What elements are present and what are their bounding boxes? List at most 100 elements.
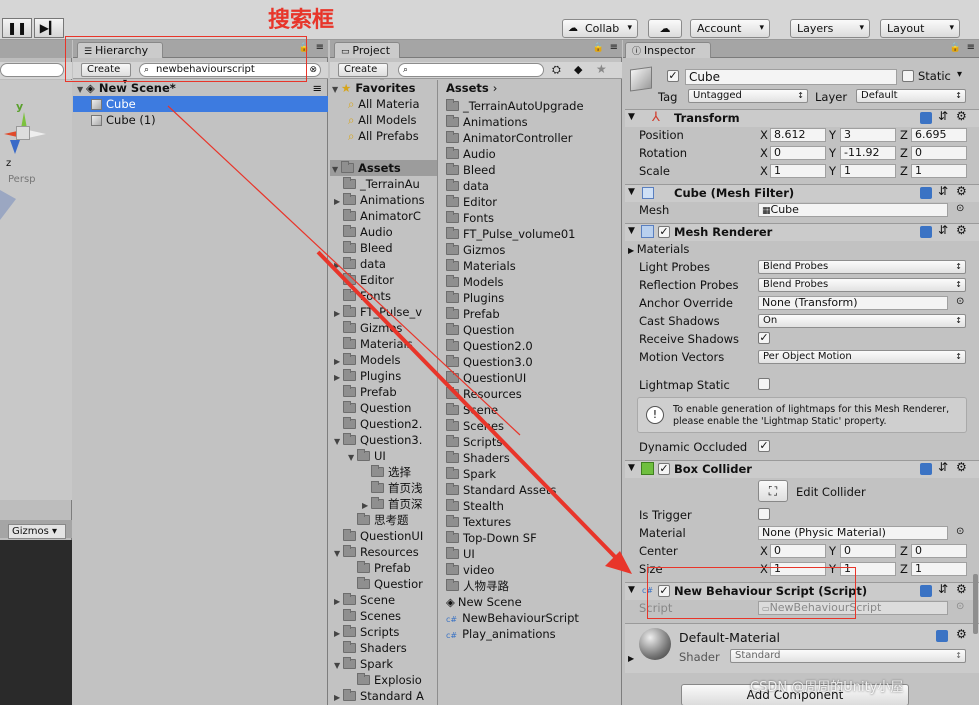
project-list-item[interactable]: Question2.0 bbox=[446, 338, 533, 354]
receive-shadows-checkbox[interactable]: ✓ bbox=[758, 332, 770, 344]
project-list-item[interactable]: Textures bbox=[446, 514, 511, 530]
project-list-item[interactable]: Plugins bbox=[446, 290, 504, 306]
lock-icon[interactable]: 🔒 bbox=[593, 43, 604, 53]
renderer-enabled-checkbox[interactable]: ✓ bbox=[658, 226, 670, 238]
project-list-item[interactable]: AnimatorController bbox=[446, 130, 572, 146]
project-tree-item[interactable]: ▼ UI bbox=[348, 448, 386, 464]
cloud-button[interactable]: ☁ bbox=[648, 19, 682, 38]
project-list-item[interactable]: Editor bbox=[446, 194, 497, 210]
tag-select[interactable]: Untagged bbox=[688, 89, 808, 103]
project-list-item[interactable]: Resources bbox=[446, 386, 522, 402]
project-list-item[interactable]: Fonts bbox=[446, 210, 494, 226]
materials-foldout[interactable]: ▶ Materials bbox=[628, 242, 689, 256]
project-tree-item[interactable]: Questior bbox=[348, 576, 423, 592]
position-z-field[interactable]: 6.695 bbox=[911, 128, 967, 142]
project-tree-item[interactable]: ▶ Models bbox=[334, 352, 401, 368]
rotation-x-field[interactable]: 0 bbox=[770, 146, 826, 160]
pause-button[interactable]: ❚❚ bbox=[2, 18, 32, 38]
gizmos-button[interactable]: Gizmos ▾ bbox=[8, 524, 66, 539]
favorite-item[interactable]: ⌕ All Materia bbox=[348, 96, 420, 112]
step-button[interactable]: ▶▎ bbox=[34, 18, 64, 38]
project-tree-item[interactable]: ▶ Plugins bbox=[334, 368, 401, 384]
project-list-item[interactable]: UI bbox=[446, 546, 475, 562]
foldout-arrow-icon[interactable]: ▼ bbox=[628, 463, 635, 473]
help-icon[interactable] bbox=[920, 463, 932, 475]
favorites-header[interactable]: ▼ ★ Favorites bbox=[332, 80, 415, 96]
project-list-item[interactable]: Shaders bbox=[446, 450, 510, 466]
center-z-field[interactable]: 0 bbox=[911, 544, 967, 558]
assets-breadcrumb[interactable]: Assets › bbox=[446, 80, 497, 96]
project-tree-item[interactable]: ▼ Spark bbox=[334, 656, 393, 672]
is-trigger-checkbox[interactable] bbox=[758, 508, 770, 520]
project-tree-item[interactable]: ▼ Resources bbox=[334, 544, 419, 560]
position-x-field[interactable]: 8.612 bbox=[770, 128, 826, 142]
layer-select[interactable]: Default bbox=[856, 89, 966, 103]
panel-menu-icon[interactable]: ≡ bbox=[967, 42, 975, 53]
project-list-item[interactable]: Animations bbox=[446, 114, 528, 130]
project-list-item[interactable]: c# Play_animations bbox=[446, 626, 556, 642]
hierarchy-item-cube-1[interactable]: Cube (1) bbox=[73, 112, 328, 128]
project-list-item[interactable]: Prefab bbox=[446, 306, 500, 322]
project-list-item[interactable]: Bleed bbox=[446, 162, 496, 178]
project-tree-item[interactable]: ▶ 首页深 bbox=[362, 496, 423, 512]
rotation-z-field[interactable]: 0 bbox=[911, 146, 967, 160]
object-picker-icon[interactable]: ⊙ bbox=[956, 203, 964, 214]
help-icon[interactable] bbox=[920, 226, 932, 238]
scene-view[interactable]: y z Persp Gizmos ▾ bbox=[0, 40, 72, 705]
object-picker-icon[interactable]: ⊙ bbox=[956, 601, 964, 612]
project-list-item[interactable]: Scripts bbox=[446, 434, 502, 450]
gear-icon[interactable]: ⚙ bbox=[956, 582, 967, 596]
layers-button[interactable]: Layers bbox=[790, 19, 870, 38]
gear-icon[interactable]: ⚙ bbox=[956, 184, 967, 198]
center-x-field[interactable]: 0 bbox=[770, 544, 826, 558]
help-icon[interactable] bbox=[920, 187, 932, 199]
project-list-item[interactable]: Spark bbox=[446, 466, 496, 482]
object-picker-icon[interactable]: ⊙ bbox=[956, 526, 964, 537]
project-tree-item[interactable]: Fonts bbox=[334, 288, 391, 304]
foldout-arrow-icon[interactable]: ▼ bbox=[628, 226, 635, 236]
project-tree-item[interactable]: ▶ Scene bbox=[334, 592, 395, 608]
project-list-item[interactable]: Question bbox=[446, 322, 514, 338]
preset-icon[interactable]: ⇵ bbox=[938, 184, 948, 198]
project-tree-item[interactable]: Audio bbox=[334, 224, 393, 240]
project-list-item[interactable]: FT_Pulse_volume01 bbox=[446, 226, 575, 242]
layout-button[interactable]: Layout bbox=[880, 19, 960, 38]
project-list-item[interactable]: Standard Assets bbox=[446, 482, 556, 498]
scale-z-field[interactable]: 1 bbox=[911, 164, 967, 178]
project-create-button[interactable]: Create▾ bbox=[338, 63, 388, 86]
position-y-field[interactable]: 3 bbox=[840, 128, 896, 142]
mesh-field[interactable]: ▦Cube bbox=[758, 203, 948, 217]
project-list-item[interactable]: Question3.0 bbox=[446, 354, 533, 370]
project-tree-item[interactable]: Scenes bbox=[334, 608, 401, 624]
foldout-arrow-icon[interactable]: ▼ bbox=[628, 187, 635, 197]
project-list-item[interactable]: ◈ New Scene bbox=[446, 594, 522, 610]
assets-header[interactable]: ▼ Assets bbox=[330, 160, 437, 176]
project-list-item[interactable]: Materials bbox=[446, 258, 516, 274]
preset-icon[interactable]: ⇵ bbox=[938, 223, 948, 237]
project-tree-item[interactable]: QuestionUI bbox=[334, 528, 423, 544]
project-tree-item[interactable]: Explosio bbox=[348, 672, 422, 688]
shader-select[interactable]: Standard bbox=[730, 649, 966, 663]
project-tree-item[interactable]: Gizmos bbox=[334, 320, 402, 336]
foldout-right-icon[interactable]: ▶ bbox=[628, 654, 634, 663]
project-tree-item[interactable]: 选择 bbox=[362, 464, 411, 480]
project-tree-item[interactable]: Question2. bbox=[334, 416, 422, 432]
preset-icon[interactable]: ⇵ bbox=[938, 460, 948, 474]
gear-icon[interactable]: ⚙ bbox=[956, 460, 967, 474]
project-tree-item[interactable]: ▶ data bbox=[334, 256, 386, 272]
project-list-item[interactable]: 人物寻路 bbox=[446, 578, 509, 594]
filter-type-icon[interactable]: ⛭ bbox=[552, 63, 561, 77]
rotation-y-field[interactable]: -11.92 bbox=[840, 146, 896, 160]
dynamic-occluded-checkbox[interactable]: ✓ bbox=[758, 440, 770, 452]
edit-collider-button[interactable]: ⛶ bbox=[758, 480, 788, 502]
help-icon[interactable] bbox=[920, 585, 932, 597]
tab-inspector[interactable]: ⓘ Inspector bbox=[625, 42, 711, 58]
center-y-field[interactable]: 0 bbox=[840, 544, 896, 558]
gameobject-name-field[interactable]: Cube bbox=[685, 69, 897, 85]
project-tree-item[interactable]: ▶ Standard A bbox=[334, 688, 424, 704]
preset-icon[interactable]: ⇵ bbox=[938, 582, 948, 596]
tab-project[interactable]: ▭ Project bbox=[334, 42, 400, 58]
favorite-item[interactable]: ⌕ All Models bbox=[348, 112, 417, 128]
project-tree-item[interactable]: Materials bbox=[334, 336, 413, 352]
project-list-item[interactable]: Audio bbox=[446, 146, 496, 162]
